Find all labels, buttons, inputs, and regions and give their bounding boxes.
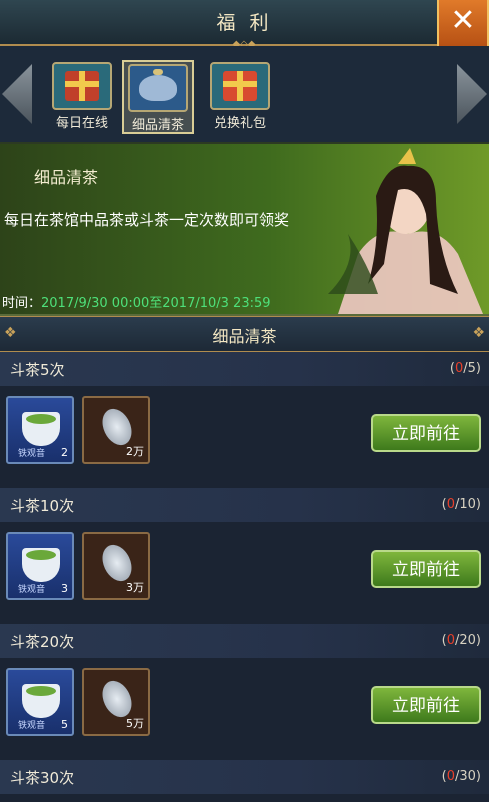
event-name: 细品清茶: [34, 168, 99, 187]
event-banner: 细品清茶 每日在茶馆中品茶或斗茶一定次数即可领奖 时间：2017/9/30 00…: [0, 142, 489, 316]
dialog-header: 福 利 ◆◇◆: [0, 0, 489, 50]
event-description: 每日在茶馆中品茶或斗茶一定次数即可领奖: [4, 211, 290, 229]
progress-total: /20): [455, 633, 481, 648]
task-progress: (0/10): [441, 497, 481, 512]
tab-daily-online[interactable]: 每日在线: [46, 60, 118, 134]
item-count: 3: [61, 582, 68, 595]
task-title: 斗茶20次: [10, 633, 75, 651]
task-title: 斗茶30次: [10, 769, 75, 787]
reward-tea-item[interactable]: 铁观音 2: [6, 396, 74, 464]
tea-cup-icon: [22, 684, 60, 718]
reward-tea-item[interactable]: 铁观音 5: [6, 668, 74, 736]
tab-fine-tea[interactable]: 细品清茶: [122, 60, 194, 134]
gift-box-icon: [52, 62, 112, 110]
tab-label: 细品清茶: [131, 118, 184, 133]
item-name: 铁观音: [18, 721, 46, 731]
task-header: 斗茶20次 (0/20): [0, 624, 489, 658]
reward-tea-item[interactable]: 铁观音 3: [6, 532, 74, 600]
task-progress: (0/20): [441, 633, 481, 648]
progress-total: /30): [455, 769, 481, 784]
go-now-button[interactable]: 立即前往: [371, 686, 481, 724]
progress-current: 0: [446, 497, 455, 512]
task-progress: (0/30): [441, 769, 481, 784]
ornament-right-icon: ❖: [472, 325, 485, 341]
tea-cup-icon: [22, 412, 60, 446]
item-count: 3万: [126, 581, 144, 594]
close-icon[interactable]: ✕: [450, 0, 475, 42]
reward-coin-item[interactable]: 3万: [82, 532, 150, 600]
task-header: 斗茶30次 (0/30): [0, 760, 489, 794]
go-now-button[interactable]: 立即前往: [371, 414, 481, 452]
time-label: 时间：: [2, 296, 42, 311]
tab-label: 兑换礼包: [213, 116, 266, 131]
scroll-left-arrow-icon[interactable]: [2, 64, 32, 124]
progress-current: 0: [446, 769, 455, 784]
item-name: 铁观音: [18, 585, 46, 595]
task-header: 斗茶10次 (0/10): [0, 488, 489, 522]
reward-coin-item[interactable]: 2万: [82, 396, 150, 464]
item-count: 5: [61, 718, 68, 731]
reward-coin-item[interactable]: 5万: [82, 668, 150, 736]
task-title: 斗茶5次: [10, 361, 65, 379]
item-name: 铁观音: [18, 449, 46, 459]
task-title: 斗茶10次: [10, 497, 75, 515]
time-value: 2017/9/30 00:00至2017/10/3 23:59: [41, 296, 271, 311]
tab-strip: 每日在线 细品清茶 兑换礼包: [0, 46, 489, 142]
character-illustration: [328, 148, 483, 314]
task-row: 斗茶20次 (0/20) 铁观音 5 5万 立即前往: [0, 624, 489, 758]
item-count: 2万: [126, 445, 144, 458]
gift-bag-icon: [210, 62, 270, 110]
item-count: 5万: [126, 717, 144, 730]
progress-total: /5): [463, 361, 481, 376]
teapot-icon: [128, 64, 188, 112]
tab-label: 每日在线: [55, 116, 108, 131]
progress-total: /10): [455, 497, 481, 512]
go-now-button[interactable]: 立即前往: [371, 550, 481, 588]
task-progress: (0/5): [449, 361, 481, 376]
task-row: 斗茶10次 (0/10) 铁观音 3 3万 立即前往: [0, 488, 489, 622]
task-row: 斗茶30次 (0/30): [0, 760, 489, 802]
task-header: 斗茶5次 (0/5): [0, 352, 489, 386]
task-row: 斗茶5次 (0/5) 铁观音 2 2万 立即前往: [0, 352, 489, 486]
tab-redeem-gift[interactable]: 兑换礼包: [204, 60, 276, 134]
tea-cup-icon: [22, 548, 60, 582]
section-header: ❖ 细品清茶 ❖: [0, 316, 489, 352]
event-time: 时间：2017/9/30 00:00至2017/10/3 23:59: [2, 292, 271, 311]
section-title: 细品清茶: [212, 327, 277, 346]
item-count: 2: [61, 446, 68, 459]
scroll-right-arrow-icon[interactable]: [457, 64, 487, 124]
progress-current: 0: [446, 633, 455, 648]
dialog-title: 福 利: [216, 12, 273, 34]
